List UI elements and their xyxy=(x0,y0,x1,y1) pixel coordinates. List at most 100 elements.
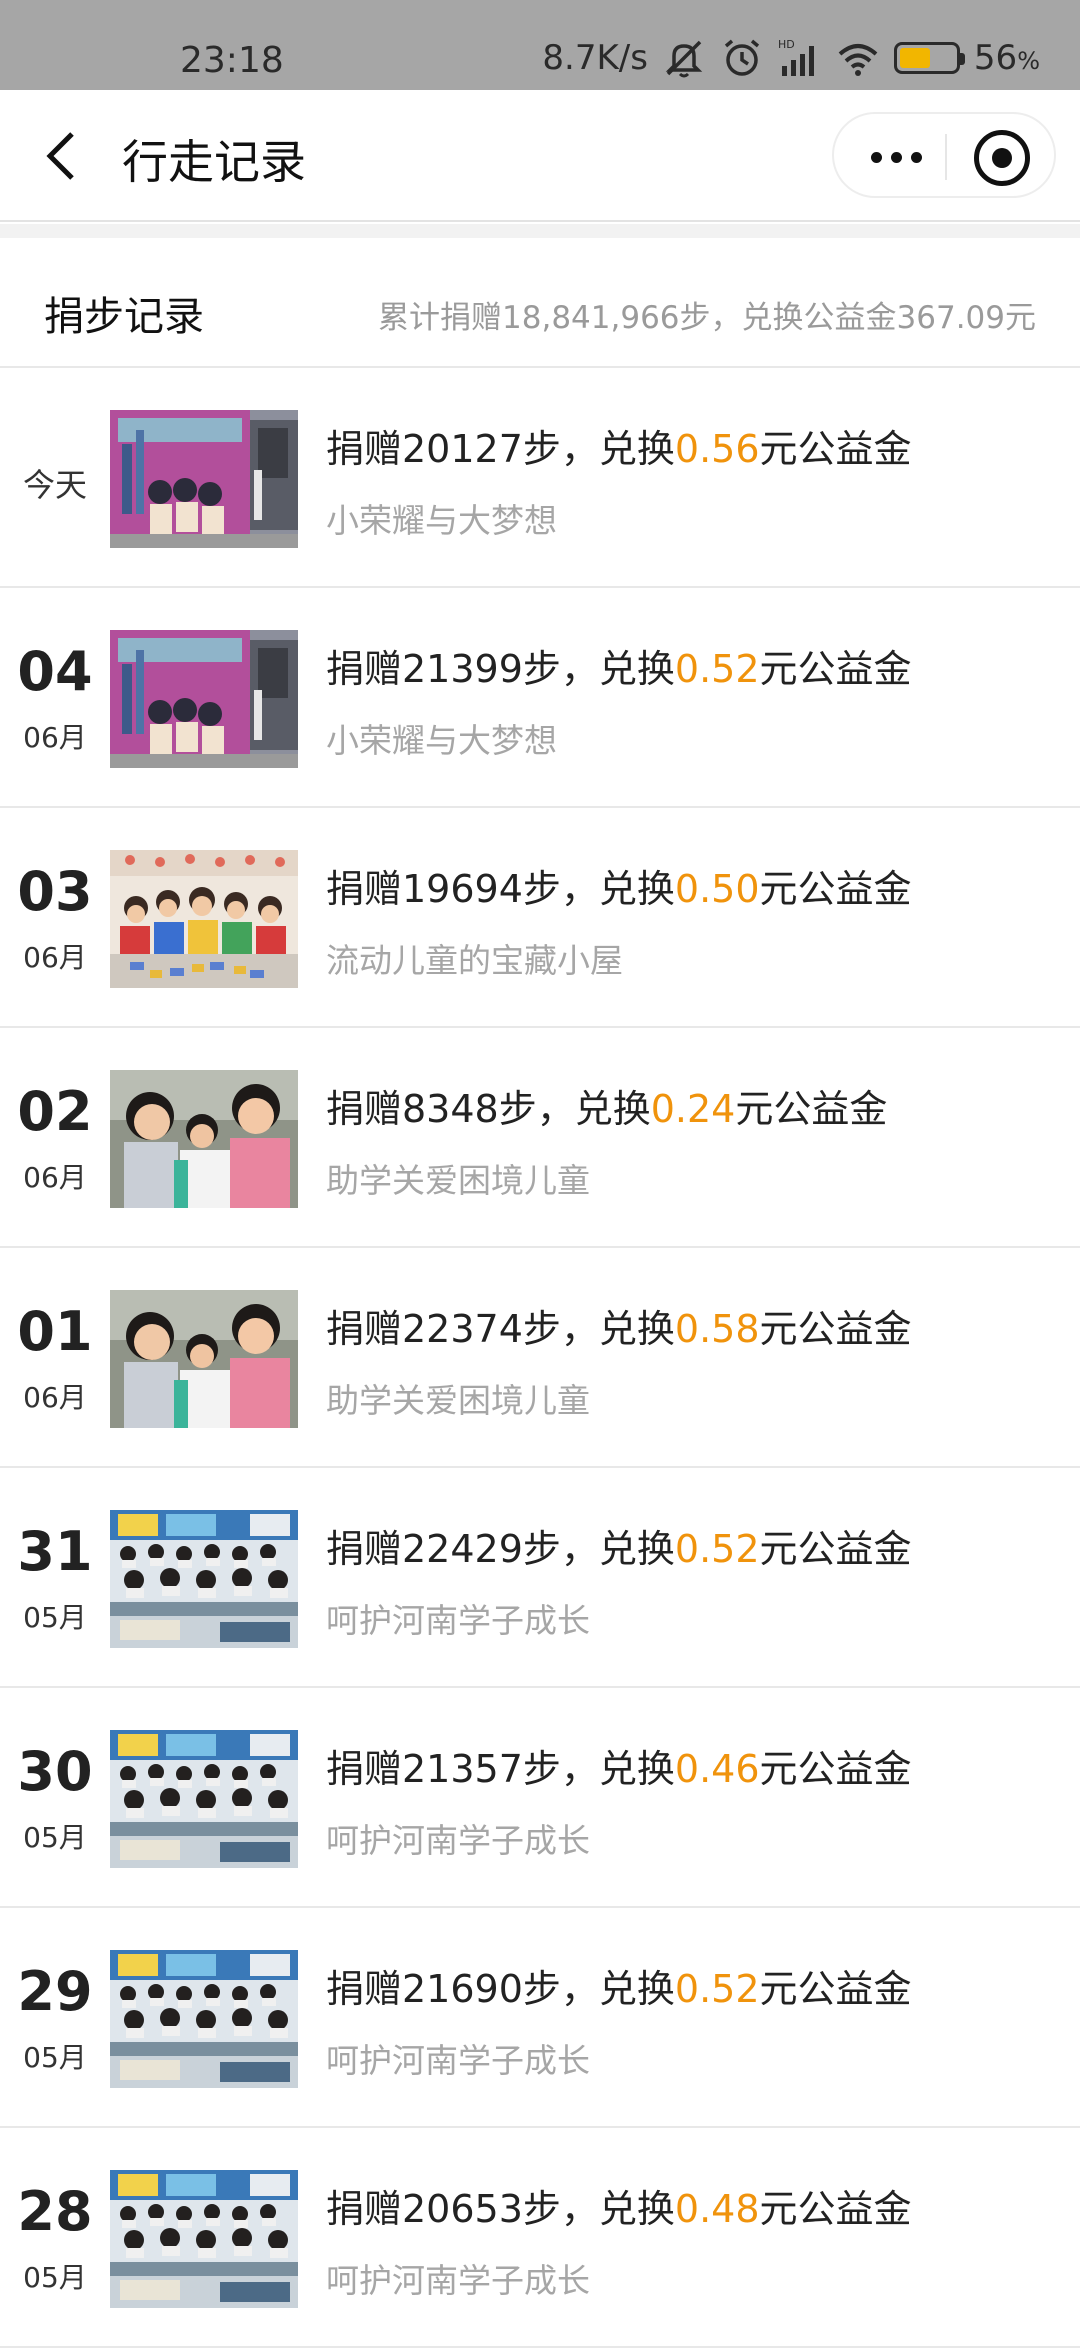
donation-steps-text: 捐赠20127步，兑换 xyxy=(326,427,675,471)
donation-steps-text: 捐赠8348步，兑换 xyxy=(326,1087,651,1131)
project-thumbnail xyxy=(110,1290,298,1428)
project-thumbnail xyxy=(110,850,298,988)
donation-summary: 捐赠19694步，兑换0.50元公益金 xyxy=(326,858,912,913)
date-month: 05月 xyxy=(23,1821,87,1854)
network-speed: 8.7K/s xyxy=(542,38,648,78)
capsule-divider xyxy=(945,134,947,180)
donation-unit-text: 元公益金 xyxy=(759,1307,912,1351)
project-name: 助学关爱困境儿童 xyxy=(326,1161,590,1200)
svg-text:HD: HD xyxy=(778,38,795,51)
donation-steps-text: 捐赠19694步，兑换 xyxy=(326,867,675,911)
date-day: 31 xyxy=(17,1520,93,1583)
record-date: 04 06月 xyxy=(0,588,110,806)
section-divider xyxy=(0,224,1080,238)
donation-record[interactable]: 30 05月 捐赠21357步，兑换0.46元公益金 呵护河南学子成长 xyxy=(0,1688,1080,1908)
back-arrow-icon xyxy=(46,132,74,180)
donation-unit-text: 元公益金 xyxy=(759,647,912,691)
more-button[interactable] xyxy=(856,136,936,178)
alarm-icon xyxy=(720,36,764,80)
donation-record-list: 今天 捐赠20127步，兑换0.56元公益金 小荣耀与大梦想 04 06月 捐赠… xyxy=(0,368,1080,2348)
mini-program-capsule xyxy=(832,112,1056,198)
donation-unit-text: 元公益金 xyxy=(759,427,912,471)
donation-amount: 0.52 xyxy=(674,647,760,691)
record-date: 01 06月 xyxy=(0,1248,110,1466)
status-time: 23:18 xyxy=(180,40,284,81)
donation-amount: 0.52 xyxy=(674,1967,760,2011)
donation-unit-text: 元公益金 xyxy=(735,1087,888,1131)
donation-summary: 捐赠8348步，兑换0.24元公益金 xyxy=(326,1078,887,1133)
project-thumbnail xyxy=(110,1510,298,1648)
wifi-icon xyxy=(836,36,880,80)
donation-unit-text: 元公益金 xyxy=(759,1527,912,1571)
status-indicators: 8.7K/s HD 56% xyxy=(542,36,1040,80)
donation-record[interactable]: 04 06月 捐赠21399步，兑换0.52元公益金 小荣耀与大梦想 xyxy=(0,588,1080,808)
project-name: 呵护河南学子成长 xyxy=(326,1821,590,1860)
project-thumbnail xyxy=(110,1730,298,1868)
date-month: 06月 xyxy=(23,1381,87,1414)
date-month: 06月 xyxy=(23,1161,87,1194)
back-button[interactable] xyxy=(38,126,86,186)
date-day: 04 xyxy=(17,640,93,703)
summary-row: 捐步记录 累计捐赠18,841,966步，兑换公益金367.09元 xyxy=(0,238,1080,368)
donation-steps-text: 捐赠21399步，兑换 xyxy=(326,647,675,691)
donation-amount: 0.50 xyxy=(674,867,760,911)
navigation-bar: 行走记录 xyxy=(0,90,1080,222)
date-day: 29 xyxy=(17,1960,93,2023)
summary-title: 捐步记录 xyxy=(44,294,204,340)
donation-summary: 捐赠20127步，兑换0.56元公益金 xyxy=(326,418,912,473)
donation-unit-text: 元公益金 xyxy=(759,867,912,911)
donation-steps-text: 捐赠22429步，兑换 xyxy=(326,1527,675,1571)
donation-unit-text: 元公益金 xyxy=(759,2187,912,2231)
project-thumbnail xyxy=(110,1950,298,2088)
project-thumbnail xyxy=(110,1070,298,1208)
date-day: 03 xyxy=(17,860,93,923)
donation-summary: 捐赠21690步，兑换0.52元公益金 xyxy=(326,1958,912,2013)
donation-steps-text: 捐赠22374步，兑换 xyxy=(326,1307,675,1351)
close-button[interactable] xyxy=(974,130,1030,186)
page-title: 行走记录 xyxy=(122,135,306,189)
donation-steps-text: 捐赠21690步，兑换 xyxy=(326,1967,675,2011)
mute-icon xyxy=(662,36,706,80)
donation-amount: 0.24 xyxy=(650,1087,736,1131)
donation-record[interactable]: 02 06月 捐赠8348步，兑换0.24元公益金 助学关爱困境儿童 xyxy=(0,1028,1080,1248)
date-day: 30 xyxy=(17,1740,93,1803)
date-month: 05月 xyxy=(23,1601,87,1634)
date-today-label: 今天 xyxy=(22,466,87,504)
project-name: 小荣耀与大梦想 xyxy=(326,721,557,760)
donation-amount: 0.58 xyxy=(674,1307,760,1351)
donation-summary: 捐赠22374步，兑换0.58元公益金 xyxy=(326,1298,912,1353)
donation-record[interactable]: 29 05月 捐赠21690步，兑换0.52元公益金 呵护河南学子成长 xyxy=(0,1908,1080,2128)
donation-amount: 0.46 xyxy=(674,1747,760,1791)
more-dot-icon xyxy=(910,151,922,163)
donation-record[interactable]: 31 05月 捐赠22429步，兑换0.52元公益金 呵护河南学子成长 xyxy=(0,1468,1080,1688)
project-thumbnail xyxy=(110,2170,298,2308)
record-date: 30 05月 xyxy=(0,1688,110,1906)
more-dot-icon xyxy=(870,151,882,163)
record-date: 29 05月 xyxy=(0,1908,110,2126)
donation-unit-text: 元公益金 xyxy=(759,1967,912,2011)
donation-record[interactable]: 03 06月 捐赠19694步，兑换0.50元公益金 流动儿童的宝藏小屋 xyxy=(0,808,1080,1028)
project-thumbnail xyxy=(110,630,298,768)
donation-record[interactable]: 今天 捐赠20127步，兑换0.56元公益金 小荣耀与大梦想 xyxy=(0,368,1080,588)
battery-percent: 56% xyxy=(973,38,1040,78)
donation-unit-text: 元公益金 xyxy=(759,1747,912,1791)
donation-steps-text: 捐赠20653步，兑换 xyxy=(326,2187,675,2231)
status-bar: 23:18 8.7K/s HD 56% xyxy=(0,0,1080,90)
donation-record[interactable]: 28 05月 捐赠20653步，兑换0.48元公益金 呵护河南学子成长 xyxy=(0,2128,1080,2348)
donation-amount: 0.48 xyxy=(674,2187,760,2231)
donation-summary: 捐赠22429步，兑换0.52元公益金 xyxy=(326,1518,912,1573)
donation-amount: 0.56 xyxy=(674,427,760,471)
project-name: 流动儿童的宝藏小屋 xyxy=(326,941,623,980)
donation-summary: 捐赠21399步，兑换0.52元公益金 xyxy=(326,638,912,693)
donation-record[interactable]: 01 06月 捐赠22374步，兑换0.58元公益金 助学关爱困境儿童 xyxy=(0,1248,1080,1468)
donation-amount: 0.52 xyxy=(674,1527,760,1571)
donation-summary: 捐赠21357步，兑换0.46元公益金 xyxy=(326,1738,912,1793)
date-day: 28 xyxy=(17,2180,93,2243)
date-month: 06月 xyxy=(23,721,87,754)
date-month: 05月 xyxy=(23,2041,87,2074)
battery-icon xyxy=(893,42,965,74)
record-date: 03 06月 xyxy=(0,808,110,1026)
more-dot-icon xyxy=(890,151,902,163)
project-thumbnail xyxy=(110,410,298,548)
project-name: 呵护河南学子成长 xyxy=(326,1601,590,1640)
